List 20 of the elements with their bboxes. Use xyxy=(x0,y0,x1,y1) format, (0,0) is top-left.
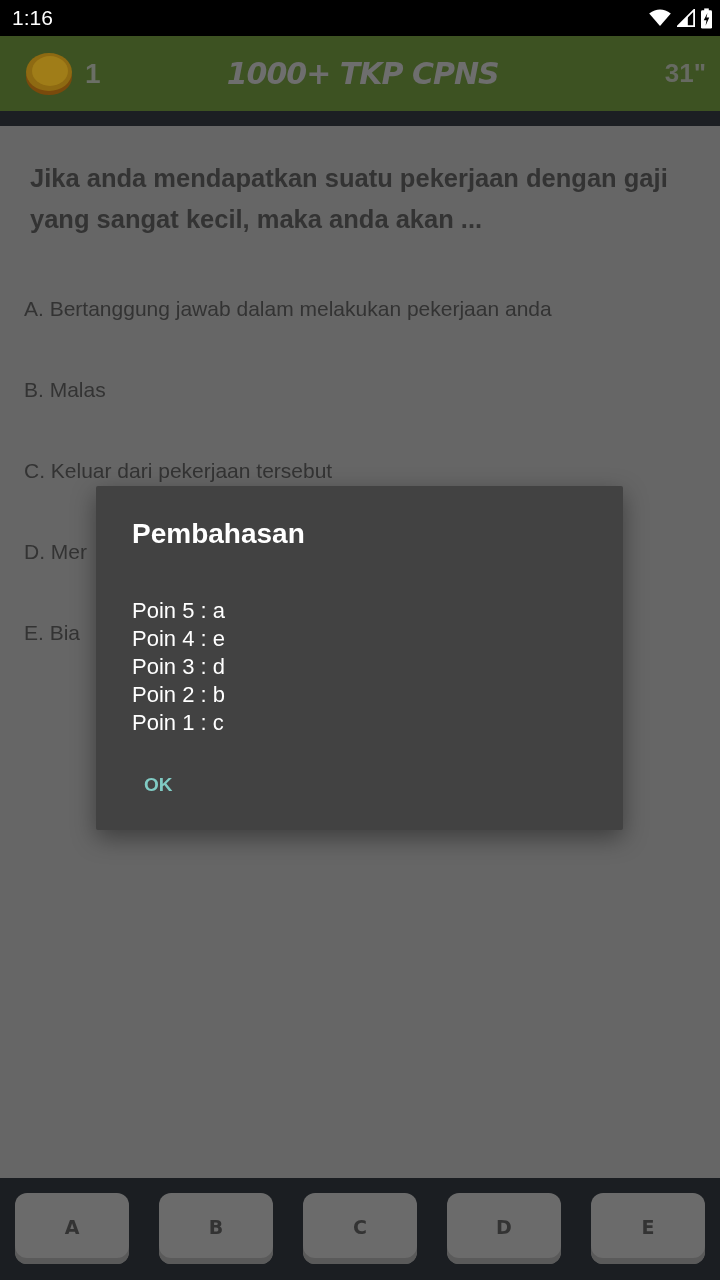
status-time: 1:16 xyxy=(12,6,53,30)
signal-icon xyxy=(677,9,695,27)
app-title: 1000+ TKP CPNS xyxy=(225,56,500,91)
score-line: Poin 2 : b xyxy=(132,681,225,709)
wifi-icon xyxy=(649,9,671,27)
battery-icon xyxy=(701,7,712,29)
score-line: Poin 5 : a xyxy=(132,597,225,625)
answer-button[interactable]: A xyxy=(15,1193,129,1264)
coin-icon xyxy=(25,51,73,96)
answer-button[interactable]: C xyxy=(303,1193,417,1264)
score-line: Poin 3 : d xyxy=(132,653,225,681)
score-line: Poin 1 : c xyxy=(132,709,225,737)
answer-button[interactable]: D xyxy=(447,1193,561,1264)
answer-button[interactable]: B xyxy=(159,1193,273,1264)
dialog-title: Pembahasan xyxy=(132,517,305,551)
score-line: Poin 4 : e xyxy=(132,625,225,653)
answer-button[interactable]: E xyxy=(591,1193,705,1264)
ok-button[interactable]: OK xyxy=(136,768,181,802)
coin-count: 1 xyxy=(85,57,101,90)
timer-text: 31" xyxy=(664,58,706,89)
